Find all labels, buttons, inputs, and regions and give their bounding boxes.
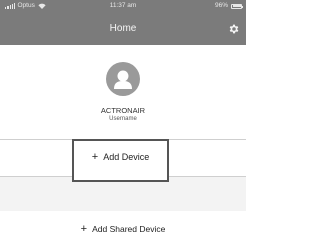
page-title: Home [109, 23, 137, 34]
status-bar: Optus 11:37 am 96% [0, 0, 246, 12]
plus-icon: + [80, 223, 88, 235]
username-label: Username [109, 116, 137, 122]
add-shared-device-label: Add Shared Device [92, 224, 166, 234]
user-name: ACTRONAIR [100, 106, 146, 115]
add-shared-device-button[interactable]: + Add Shared Device [0, 223, 246, 235]
user-icon [114, 70, 132, 89]
add-device-button[interactable]: + Add Device [72, 139, 169, 182]
nav-bar: Home [0, 12, 246, 45]
section-separator [0, 177, 246, 211]
gear-icon[interactable] [228, 23, 240, 35]
status-time: 11:37 am [109, 2, 137, 9]
battery-icon [231, 3, 243, 9]
user-profile: ACTRONAIR Username [0, 62, 246, 123]
plus-icon: + [91, 151, 99, 163]
avatar [106, 62, 140, 96]
battery-percent: 96% [214, 2, 228, 9]
battery-status: 96% [214, 0, 243, 12]
add-device-label: Add Device [103, 152, 150, 162]
